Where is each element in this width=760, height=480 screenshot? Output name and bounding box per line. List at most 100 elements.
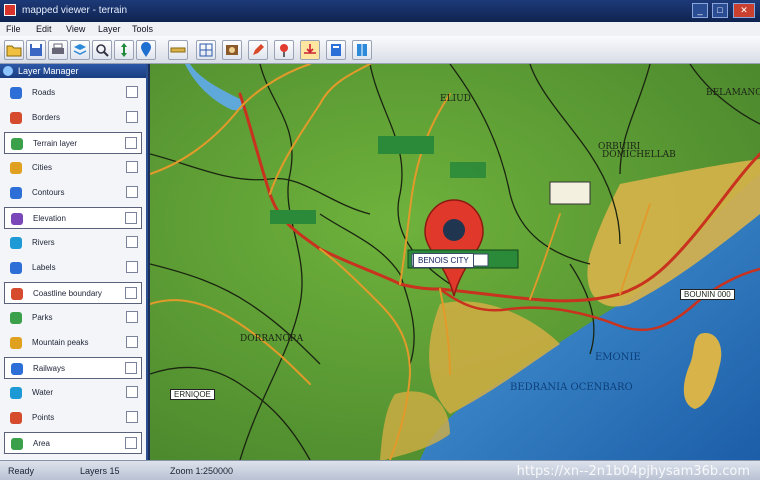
map-label-harbor: BOUNIN 000 — [680, 289, 735, 300]
photo-icon[interactable] — [222, 40, 242, 60]
app-icon — [4, 4, 16, 16]
title-bar: mapped viewer - terrain _ □ ✕ — [0, 0, 760, 22]
toolbar — [0, 36, 760, 64]
save-icon[interactable] — [26, 40, 46, 60]
watermark-url: https://xn--2n1b04pjhysam36b.com — [516, 464, 750, 479]
sidebar-item[interactable]: Terrain layer — [4, 132, 142, 154]
info-icon[interactable] — [326, 40, 346, 60]
sidebar-item-label: Points — [32, 413, 55, 422]
pencil-icon[interactable] — [248, 40, 268, 60]
layer-icon — [10, 387, 22, 399]
layer-icon — [10, 87, 22, 99]
menu-file[interactable]: File — [6, 24, 21, 34]
sidebar-item[interactable]: Roads — [4, 82, 142, 104]
status-layer-count: Layers 15 — [80, 466, 120, 476]
sidebar-item[interactable]: Railways — [4, 357, 142, 379]
zoom-icon[interactable] — [92, 40, 112, 60]
sidebar-item-label: Coastline boundary — [33, 289, 102, 298]
sidebar-item[interactable]: Coastline boundary — [4, 282, 142, 304]
sidebar-item-label: Contours — [32, 188, 65, 197]
layer-icon — [10, 187, 22, 199]
window-title: mapped viewer - terrain — [22, 5, 128, 16]
sidebar-header: Layer Manager — [0, 64, 146, 78]
sidebar-title: Layer Manager — [18, 66, 79, 76]
layer-visibility-checkbox[interactable] — [126, 386, 138, 398]
book-icon[interactable] — [352, 40, 372, 60]
sidebar-item-label: Elevation — [33, 214, 66, 223]
layer-visibility-checkbox[interactable] — [125, 212, 137, 224]
map-label-northeast: BELAMANO — [706, 88, 760, 98]
layer-icon — [10, 237, 22, 249]
layer-visibility-checkbox[interactable] — [125, 437, 137, 449]
menu-tools[interactable]: Tools — [132, 24, 153, 34]
map-canvas[interactable]: ELIUD BELAMANO ORBUIRI DOMICHELLAB DORRA… — [150, 64, 760, 460]
layer-icon — [10, 312, 22, 324]
close-button[interactable]: ✕ — [733, 3, 755, 18]
sidebar-item[interactable]: Borders — [4, 107, 142, 129]
sidebar-item[interactable]: Contours — [4, 182, 142, 204]
sidebar-item-label: Borders — [32, 113, 61, 122]
map-application-window: mapped viewer - terrain _ □ ✕ File Edit … — [0, 0, 760, 480]
layers-panel-icon — [3, 66, 13, 76]
sidebar-item-label: Mountain peaks — [32, 338, 89, 347]
status-ready: Ready — [8, 466, 35, 476]
sidebar-item-label: Labels — [32, 263, 56, 272]
layer-visibility-checkbox[interactable] — [126, 86, 138, 98]
sidebar-item[interactable]: Rivers — [4, 232, 142, 254]
layer-visibility-checkbox[interactable] — [126, 411, 138, 423]
layer-visibility-checkbox[interactable] — [126, 311, 138, 323]
sidebar-item-label: Parks — [32, 313, 53, 322]
menu-view[interactable]: View — [66, 24, 85, 34]
sidebar-item-label: Water — [32, 388, 54, 397]
sidebar-item-label: Roads — [32, 88, 56, 97]
folder-icon[interactable] — [4, 40, 24, 60]
sidebar-item-label: Railways — [33, 364, 66, 373]
sidebar-item[interactable]: Elevation — [4, 207, 142, 229]
layer-icon — [10, 412, 22, 424]
layer-visibility-checkbox[interactable] — [125, 137, 137, 149]
map-label-north: ELIUD — [440, 94, 471, 104]
print-icon[interactable] — [48, 40, 68, 60]
layer-visibility-checkbox[interactable] — [125, 362, 137, 374]
pin-icon[interactable] — [274, 40, 294, 60]
pin-caption: BENOIS CITY — [413, 253, 474, 268]
grid-icon[interactable] — [196, 40, 216, 60]
layer-visibility-checkbox[interactable] — [126, 236, 138, 248]
marker-icon[interactable] — [136, 40, 156, 60]
ruler-icon[interactable] — [168, 40, 188, 60]
map-label-sea: BEDRANIA OCENBARO — [510, 382, 633, 393]
layer-sidebar: Layer Manager Roads Borders Terrain layer C… — [0, 64, 148, 460]
sidebar-item[interactable]: Parks — [4, 307, 142, 329]
sidebar-item[interactable]: Water — [4, 382, 142, 404]
sidebar-item-label: Rivers — [32, 238, 55, 247]
maximize-button[interactable]: □ — [712, 3, 728, 18]
layer-visibility-checkbox[interactable] — [126, 111, 138, 123]
sidebar-item-label: Cities — [32, 163, 53, 172]
layer-visibility-checkbox[interactable] — [126, 261, 138, 273]
status-zoom: Zoom 1:250000 — [170, 466, 234, 476]
sidebar-item[interactable]: Labels — [4, 257, 142, 279]
layers-icon[interactable] — [70, 40, 90, 60]
minimize-button[interactable]: _ — [692, 3, 708, 18]
sidebar-item[interactable]: Area — [4, 432, 142, 454]
pan-icon[interactable] — [114, 40, 134, 60]
layer-icon — [10, 162, 22, 174]
layer-icon — [11, 438, 23, 450]
layer-visibility-checkbox[interactable] — [126, 336, 138, 348]
menu-layer[interactable]: Layer — [98, 24, 121, 34]
layer-icon — [11, 138, 23, 150]
layer-icon — [10, 337, 22, 349]
layer-visibility-checkbox[interactable] — [126, 186, 138, 198]
layer-visibility-checkbox[interactable] — [125, 287, 137, 299]
sidebar-item-label: Area — [33, 439, 50, 448]
sidebar-item[interactable]: Points — [4, 407, 142, 429]
sidebar-item[interactable]: Mountain peaks — [4, 332, 142, 354]
export-icon[interactable] — [300, 40, 320, 60]
sidebar-item-label: Terrain layer — [33, 139, 78, 148]
layer-visibility-checkbox[interactable] — [126, 161, 138, 173]
sidebar-item[interactable]: Cities — [4, 157, 142, 179]
layer-icon — [11, 213, 23, 225]
menu-edit[interactable]: Edit — [36, 24, 52, 34]
layer-icon — [10, 262, 22, 274]
map-label-southwest: ERNIQOE — [170, 389, 215, 400]
